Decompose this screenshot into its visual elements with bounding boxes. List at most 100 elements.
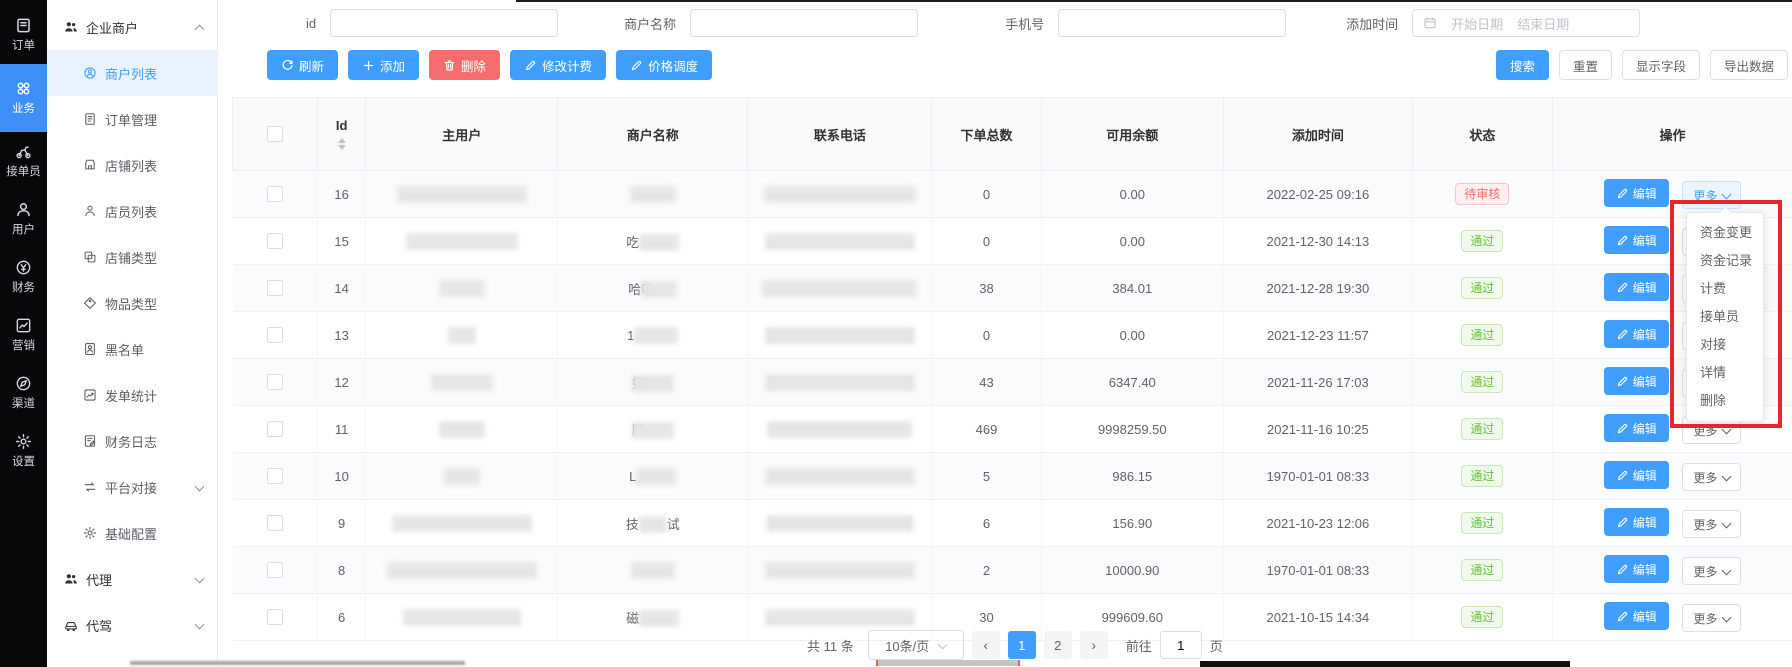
rail-item[interactable]: 业务 [0,64,47,132]
prev-page-button[interactable]: ‹ [972,631,1000,659]
row-checkbox[interactable] [267,327,283,343]
search-button[interactable]: 搜索 [1496,50,1549,80]
sort-desc-icon[interactable] [338,145,346,150]
edit-button[interactable]: 编辑 [1604,226,1669,254]
row-checkbox[interactable] [267,468,283,484]
edit-button[interactable]: 编辑 [1604,461,1669,489]
page-number-button[interactable]: 1 [1008,631,1036,659]
rail-item[interactable]: 财务 [0,248,47,306]
row-checkbox[interactable] [267,374,283,390]
price-dispatch-button[interactable]: 价格调度 [616,50,712,80]
cell-merchant-name: 技试 [558,500,748,547]
export-data-button[interactable]: 导出数据 [1710,50,1788,80]
sort-icons[interactable] [319,138,364,150]
show-fields-button[interactable]: 显示字段 [1622,50,1700,80]
chevron-down-icon [1722,612,1732,622]
edit-button[interactable]: 编辑 [1604,555,1669,583]
row-checkbox[interactable] [267,515,283,531]
add-button[interactable]: 添加 [348,50,419,80]
row-checkbox[interactable] [267,562,283,578]
sidenav-item[interactable]: 物品类型 [47,280,217,326]
edit-button[interactable]: 编辑 [1604,508,1669,536]
dropdown-menu-item[interactable]: 对接 [1687,331,1763,359]
page-size-select[interactable]: 10条/页 [868,630,964,660]
rail-item[interactable]: 订单 [0,6,47,64]
sidenav-item[interactable]: 企业商户 [47,4,217,50]
redacted-name [634,327,678,344]
reset-button[interactable]: 重置 [1559,50,1612,80]
edit-button[interactable]: 编辑 [1604,273,1669,301]
sidenav-item[interactable]: 订单管理 [47,96,217,142]
sidenav-item[interactable]: 发单统计 [47,372,217,418]
row-checkbox[interactable] [267,609,283,625]
sidenav-item[interactable]: 店员列表 [47,188,217,234]
sidenav-item[interactable]: 代理 [47,556,217,602]
edit-button[interactable]: 编辑 [1604,320,1669,348]
more-button[interactable]: 更多 [1682,181,1741,209]
table-row: 9 技试 6 156.90 2021-10-23 12:06 通过 [233,500,1792,547]
cell-order-count: 38 [932,265,1041,312]
more-button[interactable]: 更多 [1682,510,1741,538]
cell-id: 10 [317,453,365,500]
cell-order-count: 43 [932,359,1041,406]
refresh-button[interactable]: 刷新 [267,50,338,80]
sidenav-item-label: 企业商户 [86,18,138,37]
dropdown-menu-item[interactable]: 接单员 [1687,303,1763,331]
rail-item[interactable]: 设置 [0,422,47,480]
rail-item[interactable]: 渠道 [0,364,47,422]
cell-add-time: 1970-01-01 08:33 [1224,547,1413,594]
sidenav-item[interactable]: 店铺列表 [47,142,217,188]
sidenav-item[interactable]: 黑名单 [47,326,217,372]
date-range-picker[interactable]: 开始日期 结束日期 [1412,9,1640,37]
more-button[interactable]: 更多 [1682,604,1741,632]
select-all-checkbox[interactable] [267,126,283,142]
filter-bar: id 商户名称 手机号 添加时间 开始日期 结束日期 [218,0,1792,46]
sidenav-item[interactable]: 店铺类型 [47,234,217,280]
next-page-button[interactable]: › [1080,631,1108,659]
row-checkbox[interactable] [267,186,283,202]
rail-item[interactable]: 营销 [0,306,47,364]
edit-billing-button[interactable]: 修改计费 [510,50,606,80]
dropdown-menu-item[interactable]: 计费 [1687,275,1763,303]
edit-button[interactable]: 编辑 [1604,414,1669,442]
phone-filter-input[interactable] [1058,9,1286,37]
rail-item-label: 渠道 [12,395,35,411]
cell-status: 通过 [1412,453,1552,500]
cell-phone [748,453,932,500]
edit-button[interactable]: 编辑 [1604,602,1669,630]
redacted-name [639,610,679,627]
id-filter-label: id [306,16,316,31]
delete-button[interactable]: 删除 [429,50,500,80]
edit-button[interactable]: 编辑 [1604,179,1669,207]
chevron-icon [195,573,205,583]
status-badge: 通过 [1461,465,1503,487]
sidenav-item[interactable]: 平台对接 [47,464,217,510]
dropdown-menu-item[interactable]: 资金记录 [1687,247,1763,275]
pen-icon [1616,328,1629,341]
dropdown-menu-item[interactable]: 详情 [1687,359,1763,387]
id-filter-input[interactable] [330,9,558,37]
column-header-id[interactable]: Id [317,98,365,171]
page-number-button[interactable]: 2 [1044,631,1072,659]
row-checkbox[interactable] [267,421,283,437]
column-header-name: 商户名称 [558,98,748,171]
rail-item[interactable]: 用户 [0,190,47,248]
more-button[interactable]: 更多 [1682,463,1741,491]
chevron-icon [195,619,205,629]
chevron-down-icon [1722,518,1732,528]
pen-icon [1616,234,1629,247]
more-button[interactable]: 更多 [1682,557,1741,585]
sidenav-item[interactable]: 商户列表 [47,50,217,96]
merchant-name-filter-input[interactable] [690,9,918,37]
dropdown-menu-item[interactable]: 资金变更 [1687,219,1763,247]
edit-button[interactable]: 编辑 [1604,367,1669,395]
sidenav-item[interactable]: 财务日志 [47,418,217,464]
sidenav-item[interactable]: 代驾 [47,602,217,648]
row-checkbox[interactable] [267,280,283,296]
rail-item[interactable]: 接单员 [0,132,47,190]
sort-asc-icon[interactable] [338,138,346,143]
sidenav-item[interactable]: 基础配置 [47,510,217,556]
dropdown-menu-item[interactable]: 删除 [1687,387,1763,415]
goto-page-input[interactable] [1160,631,1202,659]
row-checkbox[interactable] [267,233,283,249]
